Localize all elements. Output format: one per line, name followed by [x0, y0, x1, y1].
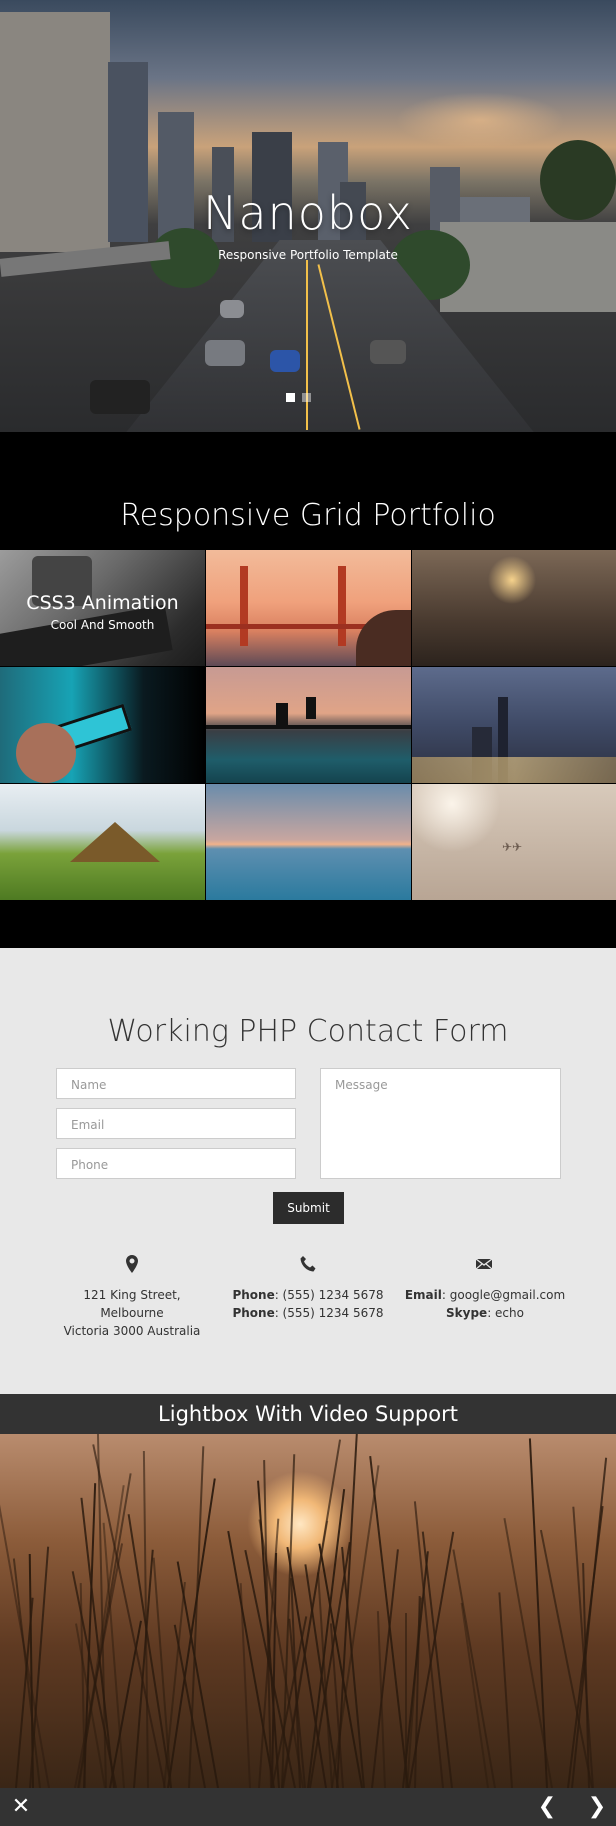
reed-stalk — [152, 1557, 172, 1788]
reed-stalk — [28, 1554, 34, 1788]
hero-car — [90, 380, 150, 414]
phone-field[interactable]: Phone — [56, 1148, 296, 1179]
reed-stalk — [369, 1456, 409, 1788]
phone-label: Phone — [232, 1306, 275, 1320]
email-label: Email — [404, 1288, 442, 1302]
lightbox-title-bar: Lightbox With Video Support — [0, 1394, 616, 1434]
hero-subtitle: Responsive Portfolio Template — [218, 248, 398, 262]
reed-stalk — [528, 1438, 548, 1788]
reed-stalk — [567, 1505, 604, 1788]
contact-heading: Working PHP Contact Form — [107, 1014, 509, 1049]
portfolio-tile-city-night[interactable] — [412, 667, 616, 783]
close-icon[interactable]: ✕ — [2, 1788, 40, 1826]
envelope-icon — [475, 1258, 493, 1270]
portfolio-tile-phone-hand[interactable] — [0, 667, 205, 783]
skype-value: : echo — [487, 1306, 524, 1320]
address-line: Melbourne — [100, 1306, 164, 1320]
lightbox-image[interactable] — [0, 1434, 616, 1788]
lightbox-heading: Lightbox With Video Support — [158, 1402, 458, 1426]
reed-stalk — [452, 1549, 496, 1788]
reed-stalk — [376, 1611, 386, 1788]
tile-caption: CSS3 Animation — [26, 592, 179, 614]
chevron-right-icon[interactable]: ❯ — [578, 1788, 616, 1826]
phone-label: Phone — [232, 1288, 275, 1302]
hero-car — [205, 340, 245, 366]
tile-subcaption: Cool And Smooth — [50, 618, 155, 632]
reed-stalk — [460, 1602, 489, 1788]
hero-car — [370, 340, 406, 364]
phone-value: : (555) 1234 5678 — [274, 1306, 384, 1320]
reed-stalk — [498, 1592, 513, 1788]
email-value[interactable]: : google@gmail.com — [442, 1288, 565, 1302]
hero-slider: Nanobox Responsive Portfolio Template — [0, 0, 616, 432]
submit-button[interactable]: Submit — [273, 1192, 344, 1224]
slider-dot[interactable] — [302, 393, 311, 402]
hero-car — [270, 350, 300, 372]
phone-block: Phone: (555) 1234 5678 Phone: (555) 1234… — [228, 1286, 388, 1322]
portfolio-tile-infinity-pool[interactable] — [206, 667, 411, 783]
hero-car — [220, 300, 244, 318]
portfolio-tile-css3-animation[interactable]: CSS3 Animation Cool And Smooth — [0, 550, 205, 666]
portfolio-tile-sea-horizon[interactable] — [206, 784, 411, 900]
reed-stalk — [239, 1583, 251, 1788]
address-line: 121 King Street, — [83, 1288, 181, 1302]
phone-icon — [300, 1256, 316, 1272]
portfolio-tile-golden-gate[interactable] — [206, 550, 411, 666]
email-block: Email: google@gmail.com Skype: echo — [398, 1286, 572, 1322]
chevron-left-icon[interactable]: ❮ — [528, 1788, 566, 1826]
name-field[interactable]: Name — [56, 1068, 296, 1099]
phone-value: : (555) 1234 5678 — [274, 1288, 384, 1302]
message-field[interactable]: Message — [320, 1068, 561, 1179]
portfolio-tile-hazy-sky[interactable]: ✈✈ — [412, 784, 616, 900]
portfolio-tile-grass-sunset[interactable] — [412, 550, 616, 666]
skype-label: Skype — [446, 1306, 488, 1320]
address-block: 121 King Street, Melbourne Victoria 3000… — [52, 1286, 212, 1340]
portfolio-tile-tent-forest[interactable] — [0, 784, 205, 900]
lightbox-toolbar: ✕ ❮ ❯ — [0, 1788, 616, 1826]
phone-line: Phone: (555) 1234 5678 — [228, 1304, 388, 1322]
phone-line: Phone: (555) 1234 5678 — [228, 1286, 388, 1304]
portfolio-heading: Responsive Grid Portfolio — [120, 498, 496, 533]
map-marker-icon — [126, 1255, 138, 1273]
address-line: Victoria 3000 Australia — [63, 1324, 201, 1338]
slider-dot-active[interactable] — [286, 393, 295, 402]
hero-title: Nanobox — [202, 186, 414, 240]
hero-lane-line — [306, 260, 308, 430]
email-field[interactable]: Email — [56, 1108, 296, 1139]
portfolio-section: Responsive Grid Portfolio CSS3 Animation… — [0, 432, 616, 948]
contact-section: Working PHP Contact Form Name Email Phon… — [0, 948, 616, 1394]
